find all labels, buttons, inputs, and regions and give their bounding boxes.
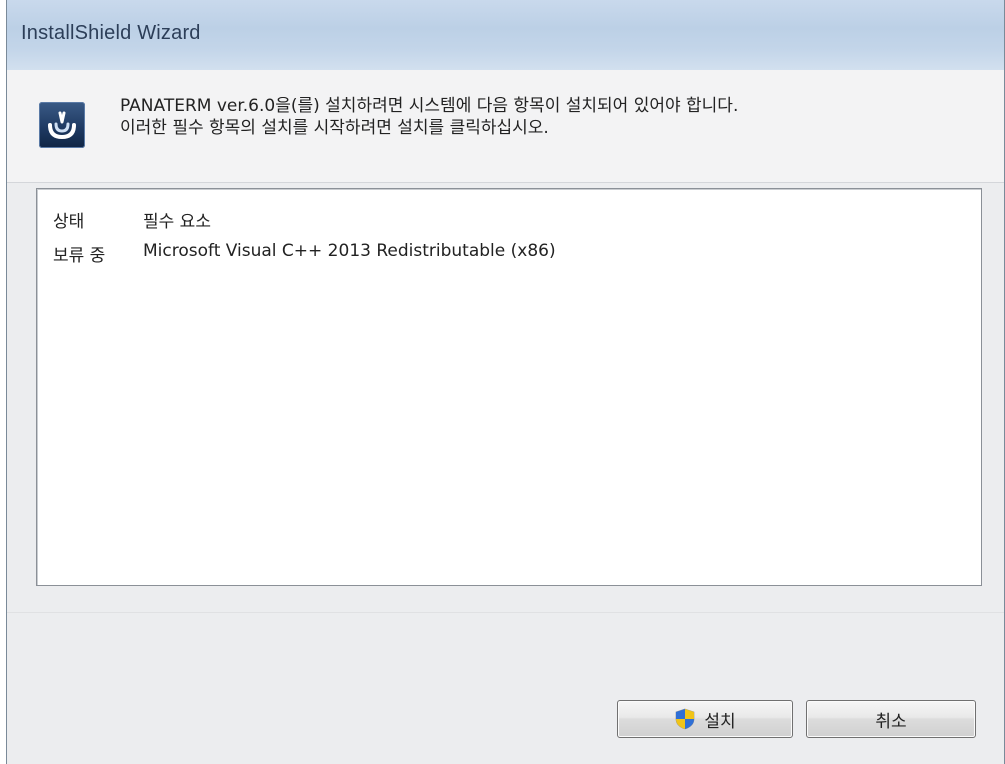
uac-shield-icon [674, 708, 696, 730]
requirements-list[interactable]: 상태 필수 요소 보류 중 Microsoft Visual C++ 2013 … [36, 188, 982, 586]
column-header-requirement: 필수 요소 [143, 212, 211, 232]
title-bar[interactable]: InstallShield Wizard [7, 0, 1004, 70]
footer-divider [7, 612, 1004, 613]
list-item[interactable]: 보류 중 Microsoft Visual C++ 2013 Redistrib… [37, 237, 981, 267]
list-item-status: 보류 중 [53, 246, 106, 266]
list-item-requirement: Microsoft Visual C++ 2013 Redistributabl… [143, 241, 556, 261]
installshield-icon [39, 102, 85, 148]
cancel-button-label: 취소 [875, 711, 907, 732]
header-divider [7, 182, 1004, 183]
window-title: InstallShield Wizard [21, 22, 201, 44]
column-header-status: 상태 [53, 212, 85, 232]
header-message-line2: 이러한 필수 항목의 설치를 시작하려면 설치를 클릭하십시오. [120, 118, 549, 138]
installshield-wizard-window: InstallShield Wizard PANATERM ver.6.0을(를… [6, 0, 1005, 764]
cancel-button[interactable]: 취소 [806, 700, 976, 738]
header-panel: PANATERM ver.6.0을(를) 설치하려면 시스템에 다음 항목이 설… [7, 70, 1004, 182]
install-button-label: 설치 [704, 711, 736, 732]
install-button[interactable]: 설치 [617, 700, 793, 738]
